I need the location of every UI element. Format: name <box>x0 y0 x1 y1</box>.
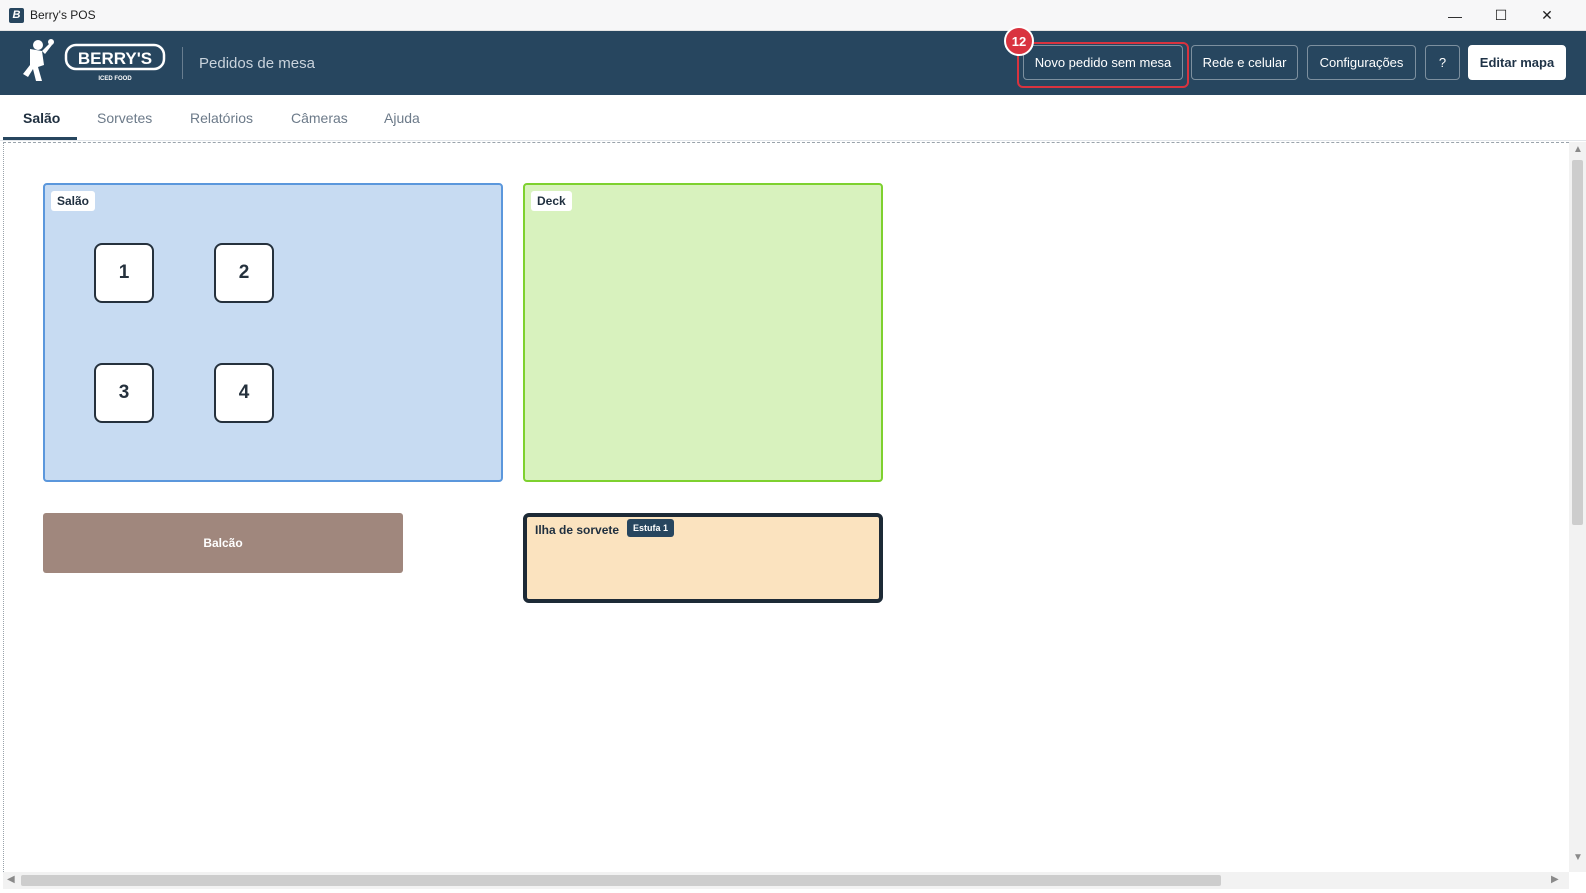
network-mobile-button[interactable]: Rede e celular <box>1191 45 1298 80</box>
tab-sorvetes[interactable]: Sorvetes <box>97 110 152 126</box>
area-label: Deck <box>531 191 572 211</box>
page-subtitle: Pedidos de mesa <box>199 55 315 72</box>
main-tabs: Salão Sorvetes Relatórios Câmeras Ajuda <box>0 95 1586 141</box>
svg-text:BERRY'S: BERRY'S <box>78 49 152 68</box>
maximize-button[interactable]: ☐ <box>1478 0 1524 31</box>
horizontal-scroll-thumb[interactable] <box>21 875 1221 886</box>
table-3[interactable]: 3 <box>94 363 154 423</box>
area-ilha-de-sorvete[interactable]: Ilha de sorvete Estufa 1 <box>523 513 883 603</box>
tab-cameras[interactable]: Câmeras <box>291 110 348 126</box>
close-button[interactable]: ✕ <box>1524 0 1570 31</box>
vertical-scrollbar[interactable]: ▲ ▼ <box>1569 142 1586 872</box>
settings-button[interactable]: Configurações <box>1307 45 1416 80</box>
vertical-scroll-thumb[interactable] <box>1572 160 1583 525</box>
scroll-left-icon[interactable]: ◀ <box>7 874 15 885</box>
active-tab-indicator <box>3 137 77 140</box>
area-label: Salão <box>51 191 96 211</box>
window-title: Berry's POS <box>30 8 96 22</box>
area-label: Ilha de sorvete <box>535 523 620 537</box>
svg-text:ICED FOOD: ICED FOOD <box>98 76 132 82</box>
window-titlebar: B Berry's POS — ☐ ✕ <box>0 0 1586 31</box>
help-button[interactable]: ? <box>1425 45 1460 80</box>
area-deck[interactable]: Deck <box>523 183 883 482</box>
scroll-right-icon[interactable]: ▶ <box>1551 874 1559 885</box>
horizontal-scrollbar[interactable]: ◀ ▶ <box>3 872 1569 889</box>
table-2[interactable]: 2 <box>214 243 274 303</box>
step-highlight <box>1017 42 1189 88</box>
berrys-logo: BERRY'S ICED FOOD <box>23 39 166 82</box>
table-1[interactable]: 1 <box>94 243 154 303</box>
tab-ajuda[interactable]: Ajuda <box>384 110 420 126</box>
area-balcao[interactable]: Balcão <box>43 513 403 573</box>
area-salao[interactable]: Salão 1 2 3 4 <box>43 183 503 482</box>
freezer-tag: Estufa 1 <box>627 519 675 537</box>
app-icon: B <box>9 8 24 23</box>
tab-salao[interactable]: Salão <box>23 110 60 126</box>
app-header: BERRY'S ICED FOOD Pedidos de mesa Novo p… <box>0 31 1586 95</box>
scroll-down-icon[interactable]: ▼ <box>1573 852 1583 863</box>
table-4[interactable]: 4 <box>214 363 274 423</box>
step-badge: 12 <box>1004 26 1034 56</box>
berrys-mascot-icon <box>23 39 54 81</box>
edit-map-button[interactable]: Editar mapa <box>1468 45 1566 80</box>
minimize-button[interactable]: — <box>1432 0 1478 31</box>
logo-divider <box>182 47 183 79</box>
scroll-up-icon[interactable]: ▲ <box>1573 144 1583 155</box>
tab-relatorios[interactable]: Relatórios <box>190 110 253 126</box>
